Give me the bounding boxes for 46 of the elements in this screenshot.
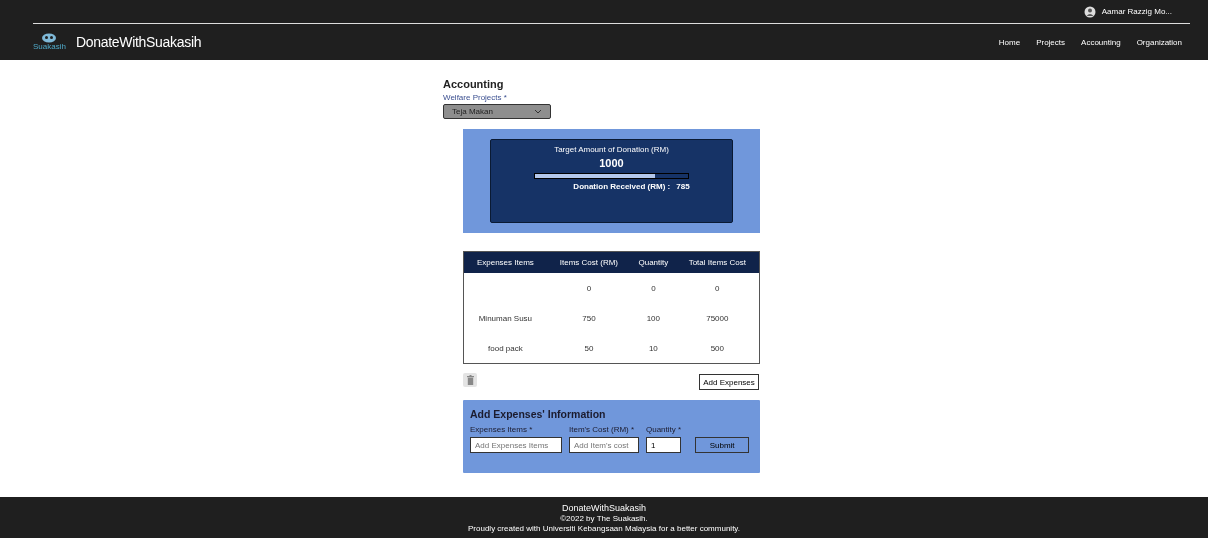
nav-link[interactable]: Organization bbox=[1128, 37, 1190, 47]
site-title[interactable]: DonateWithSuakasih bbox=[75, 34, 202, 50]
field-label: Quantity * bbox=[646, 425, 682, 434]
column-header: Items Cost (RM) bbox=[546, 251, 632, 273]
table-cell: 750 bbox=[582, 313, 596, 323]
nav-link[interactable]: Projects bbox=[1028, 37, 1074, 47]
project-dropdown[interactable]: Teja Makan bbox=[443, 104, 551, 119]
table-cell: 50 bbox=[584, 343, 594, 353]
column-header: Expenses Items bbox=[463, 251, 547, 273]
table-cell: 100 bbox=[646, 313, 661, 323]
table-cell: food pack bbox=[488, 343, 523, 353]
table-cell: 500 bbox=[710, 343, 724, 353]
field-label: Welfare Projects * bbox=[443, 93, 508, 102]
user-name[interactable]: Aamar Razzig Mo... bbox=[1101, 7, 1172, 16]
footer-note: Proudly created with Universiti Kebangsaan Malaysia for a better community. bbox=[468, 523, 740, 533]
trash-icon bbox=[466, 375, 474, 385]
logo-caption: Suakasih bbox=[33, 43, 66, 51]
page-title: Accounting bbox=[443, 78, 505, 90]
table-cell: 0 bbox=[715, 283, 720, 293]
nav-link[interactable]: Accounting bbox=[1073, 37, 1129, 47]
copyright-text: ©2022 by The Suakasih. bbox=[560, 513, 648, 523]
table-cell: 0 bbox=[651, 283, 656, 293]
donation-title: Target Amount of Donation (RM) bbox=[554, 145, 669, 154]
add-expenses-button[interactable]: Add Expenses bbox=[699, 374, 759, 390]
field-label: Expenses Items * bbox=[470, 425, 534, 434]
avatar-icon[interactable] bbox=[1083, 5, 1096, 18]
column-header: Total Items Cost bbox=[675, 251, 760, 273]
table-cell: Minuman Susu bbox=[478, 313, 533, 323]
field-label: Item's Cost (RM) * bbox=[569, 425, 636, 434]
form-title: Add Expenses' Information bbox=[470, 408, 607, 420]
received-amount: 785 bbox=[676, 182, 690, 191]
delete-button[interactable] bbox=[463, 373, 477, 387]
nav-link[interactable]: Home bbox=[990, 37, 1029, 47]
chevron-icon bbox=[534, 109, 542, 114]
input-field[interactable]: Add Item's cost bbox=[569, 437, 639, 453]
table-cell: 0 bbox=[586, 283, 592, 293]
received-label: Donation Received (RM) : bbox=[573, 182, 671, 191]
footer-title: DonateWithSuakasih bbox=[561, 502, 646, 513]
submit-button[interactable]: Submit bbox=[695, 437, 750, 453]
target-amount: 1000 bbox=[599, 157, 624, 169]
logo-icon bbox=[41, 33, 58, 43]
input-field[interactable]: 1 bbox=[646, 437, 681, 453]
table-cell: 10 bbox=[648, 343, 658, 353]
input-field[interactable]: Add Expenses Items bbox=[470, 437, 562, 453]
table-cell: 75000 bbox=[706, 313, 729, 323]
column-header: Quantity bbox=[631, 251, 676, 273]
